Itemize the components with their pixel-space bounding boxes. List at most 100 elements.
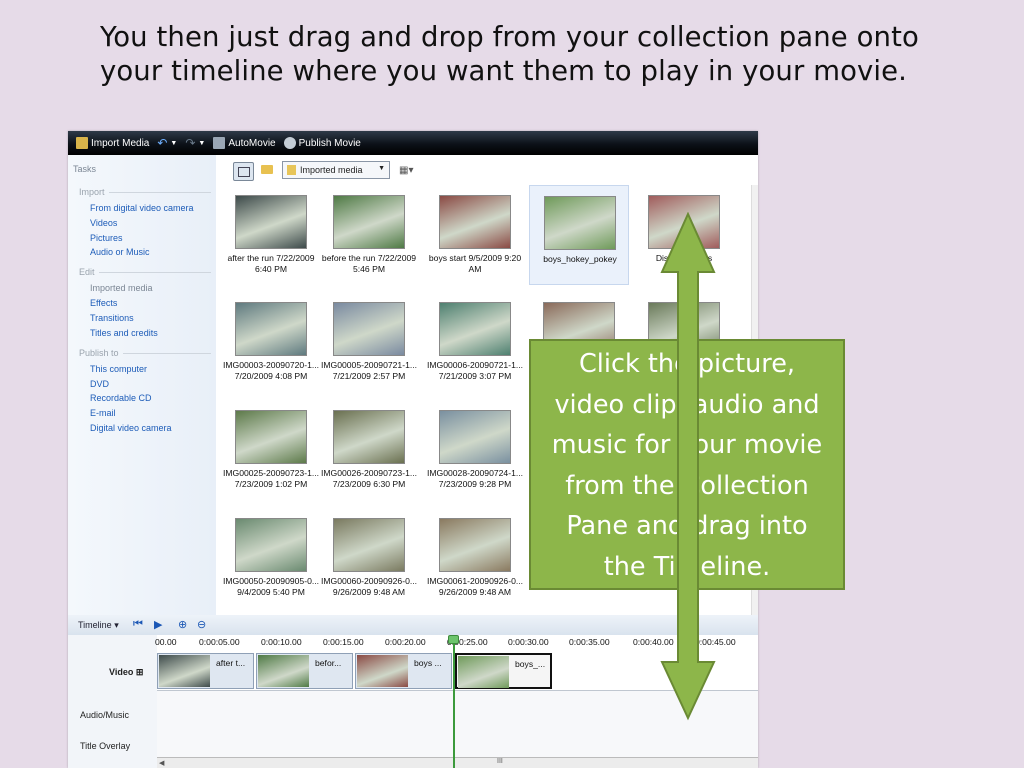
- media-thumbnail: [333, 195, 405, 249]
- media-tile[interactable]: IMG00026-20090723-1... 7/23/2009 6:30 PM: [319, 400, 419, 500]
- slide-title-line-2: your timeline where you want them to pla…: [100, 55, 907, 87]
- media-caption: IMG00005-20090721-1... 7/21/2009 2:57 PM: [320, 360, 418, 381]
- task-dvd[interactable]: DVD: [90, 379, 109, 389]
- expand-icon[interactable]: ⊞: [136, 667, 144, 677]
- media-thumbnail: [235, 410, 307, 464]
- media-tile[interactable]: before the run 7/22/2009 5:46 PM: [319, 185, 419, 285]
- media-caption: IMG00026-20090723-1... 7/23/2009 6:30 PM: [320, 468, 418, 489]
- title-overlay-track-label: Title Overlay: [80, 741, 131, 751]
- double-arrow-icon: [660, 212, 716, 721]
- import-media-icon: [76, 137, 88, 149]
- audio-track-label: Audio/Music: [80, 710, 130, 720]
- scroll-left-icon[interactable]: ◀: [159, 759, 164, 767]
- media-tile[interactable]: IMG00060-20090926-0... 9/26/2009 9:48 AM: [319, 508, 419, 608]
- task-videos[interactable]: Videos: [90, 218, 117, 228]
- media-thumbnail: [235, 518, 307, 572]
- view-toggle-button[interactable]: [233, 162, 254, 181]
- timeline-dropdown[interactable]: Timeline ▾: [78, 620, 119, 631]
- task-digital-video-camera[interactable]: Digital video camera: [90, 423, 172, 433]
- clip-label: after t...: [216, 658, 246, 668]
- slide-title-line-1: You then just drag and drop from your co…: [100, 21, 919, 53]
- task-imported-media[interactable]: Imported media: [90, 283, 153, 293]
- tasks-pane: Tasks Import From digital video camera V…: [68, 155, 216, 615]
- ruler-tick-label: 0:00:05.00: [199, 637, 240, 647]
- media-tile[interactable]: IMG00005-20090721-1... 7/21/2009 2:57 PM: [319, 292, 419, 392]
- media-caption: boys_hokey_pokey: [543, 254, 617, 264]
- media-tile[interactable]: after the run 7/22/2009 6:40 PM: [221, 185, 321, 285]
- media-caption: boys start 9/5/2009 9:20 AM: [428, 253, 522, 274]
- timeline-toolbar: Timeline ▾ ⏮ ▶ ⊕ ⊖: [68, 615, 758, 635]
- media-thumbnail: [235, 302, 307, 356]
- media-caption: IMG00025-20090723-1... 7/23/2009 1:02 PM: [222, 468, 320, 489]
- clip-label: boys ...: [414, 658, 442, 668]
- media-tile[interactable]: IMG00003-20090720-1... 7/20/2009 4:08 PM: [221, 292, 321, 392]
- undo-icon[interactable]: ↶: [157, 136, 167, 150]
- ruler-tick-label: 0:00:10.00: [261, 637, 302, 647]
- media-tile[interactable]: boys start 9/5/2009 9:20 AM: [425, 185, 525, 285]
- automovie-label: AutoMovie: [228, 137, 276, 149]
- media-caption: IMG00006-20090721-1... 7/21/2009 3:07 PM: [426, 360, 524, 381]
- playhead-handle[interactable]: [448, 635, 459, 644]
- collection-dropdown[interactable]: Imported media ▼: [282, 161, 390, 179]
- thumbnail-size-button[interactable]: ▦▾: [399, 165, 413, 176]
- slide-title: You then just drag and drop from your co…: [100, 20, 1000, 88]
- task-pictures[interactable]: Pictures: [90, 233, 123, 243]
- timeline-clip[interactable]: befor...: [256, 653, 353, 689]
- automovie-button[interactable]: AutoMovie: [213, 137, 276, 149]
- timeline-clip[interactable]: after t...: [157, 653, 254, 689]
- task-this-computer[interactable]: This computer: [90, 364, 147, 374]
- media-folder-icon: [287, 165, 296, 175]
- clip-thumbnail: [258, 655, 309, 687]
- main-toolbar: Import Media ↶ ▼ ↷ ▼ AutoMovie Publish M…: [68, 131, 758, 155]
- media-thumbnail: [333, 410, 405, 464]
- timeline-clip[interactable]: boys ...: [355, 653, 452, 689]
- clip-thumbnail: [159, 655, 210, 687]
- task-from-digital-video-camera[interactable]: From digital video camera: [90, 203, 194, 213]
- task-transitions[interactable]: Transitions: [90, 313, 134, 323]
- video-track-label: Video ⊞: [109, 667, 144, 677]
- task-email[interactable]: E-mail: [90, 408, 116, 418]
- clip-label: boys_...: [515, 659, 546, 669]
- media-thumbnail: [235, 195, 307, 249]
- media-tile[interactable]: IMG00028-20090724-1... 7/23/2009 9:28 PM: [425, 400, 525, 500]
- publish-movie-label: Publish Movie: [298, 137, 361, 149]
- media-thumbnail: [439, 195, 511, 249]
- publish-movie-button[interactable]: Publish Movie: [283, 137, 361, 149]
- zoom-out-icon[interactable]: ⊖: [197, 618, 206, 631]
- media-tile[interactable]: IMG00061-20090926-0... 9/26/2009 9:48 AM: [425, 508, 525, 608]
- media-thumbnail: [544, 196, 616, 250]
- folder-icon[interactable]: [261, 165, 273, 174]
- media-caption: IMG00060-20090926-0... 9/26/2009 9:48 AM: [320, 576, 418, 597]
- rewind-icon[interactable]: ⏮: [133, 618, 143, 631]
- redo-icon[interactable]: ↷: [185, 136, 195, 150]
- title-overlay-track[interactable]: [157, 729, 758, 757]
- play-icon[interactable]: ▶: [154, 618, 162, 631]
- task-titles-and-credits[interactable]: Titles and credits: [90, 328, 158, 338]
- ruler-tick-label: 0:00:30.00: [508, 637, 549, 647]
- zoom-in-icon[interactable]: ⊕: [178, 618, 187, 631]
- media-thumbnail: [333, 518, 405, 572]
- playhead[interactable]: [453, 635, 455, 768]
- task-effects[interactable]: Effects: [90, 298, 117, 308]
- clip-label: befor...: [315, 658, 342, 668]
- media-tile[interactable]: boys_hokey_pokey: [529, 185, 629, 285]
- import-media-label: Import Media: [91, 137, 150, 149]
- task-recordable-cd[interactable]: Recordable CD: [90, 393, 152, 403]
- clip-thumbnail: [357, 655, 408, 687]
- chevron-down-icon: ▼: [378, 165, 385, 172]
- scroll-grip[interactable]: III: [497, 758, 503, 765]
- media-thumbnail: [439, 518, 511, 572]
- media-tile[interactable]: IMG00025-20090723-1... 7/23/2009 1:02 PM: [221, 400, 321, 500]
- timeline-clip[interactable]: boys_...: [455, 653, 552, 689]
- timeline-scrollbar[interactable]: ◀ III: [157, 757, 758, 768]
- undo-dropdown-icon[interactable]: ▼: [170, 140, 177, 147]
- task-audio-or-music[interactable]: Audio or Music: [90, 247, 150, 257]
- import-media-button[interactable]: Import Media: [76, 137, 149, 149]
- media-tile[interactable]: IMG00050-20090905-0... 9/4/2009 5:40 PM: [221, 508, 321, 608]
- clip-thumbnail: [458, 656, 509, 688]
- redo-dropdown-icon[interactable]: ▼: [198, 140, 205, 147]
- media-caption: after the run 7/22/2009 6:40 PM: [227, 253, 315, 274]
- ruler-tick-label: 0:00:20.00: [385, 637, 426, 647]
- media-tile[interactable]: IMG00006-20090721-1... 7/21/2009 3:07 PM: [425, 292, 525, 392]
- publish-movie-icon: [283, 137, 296, 149]
